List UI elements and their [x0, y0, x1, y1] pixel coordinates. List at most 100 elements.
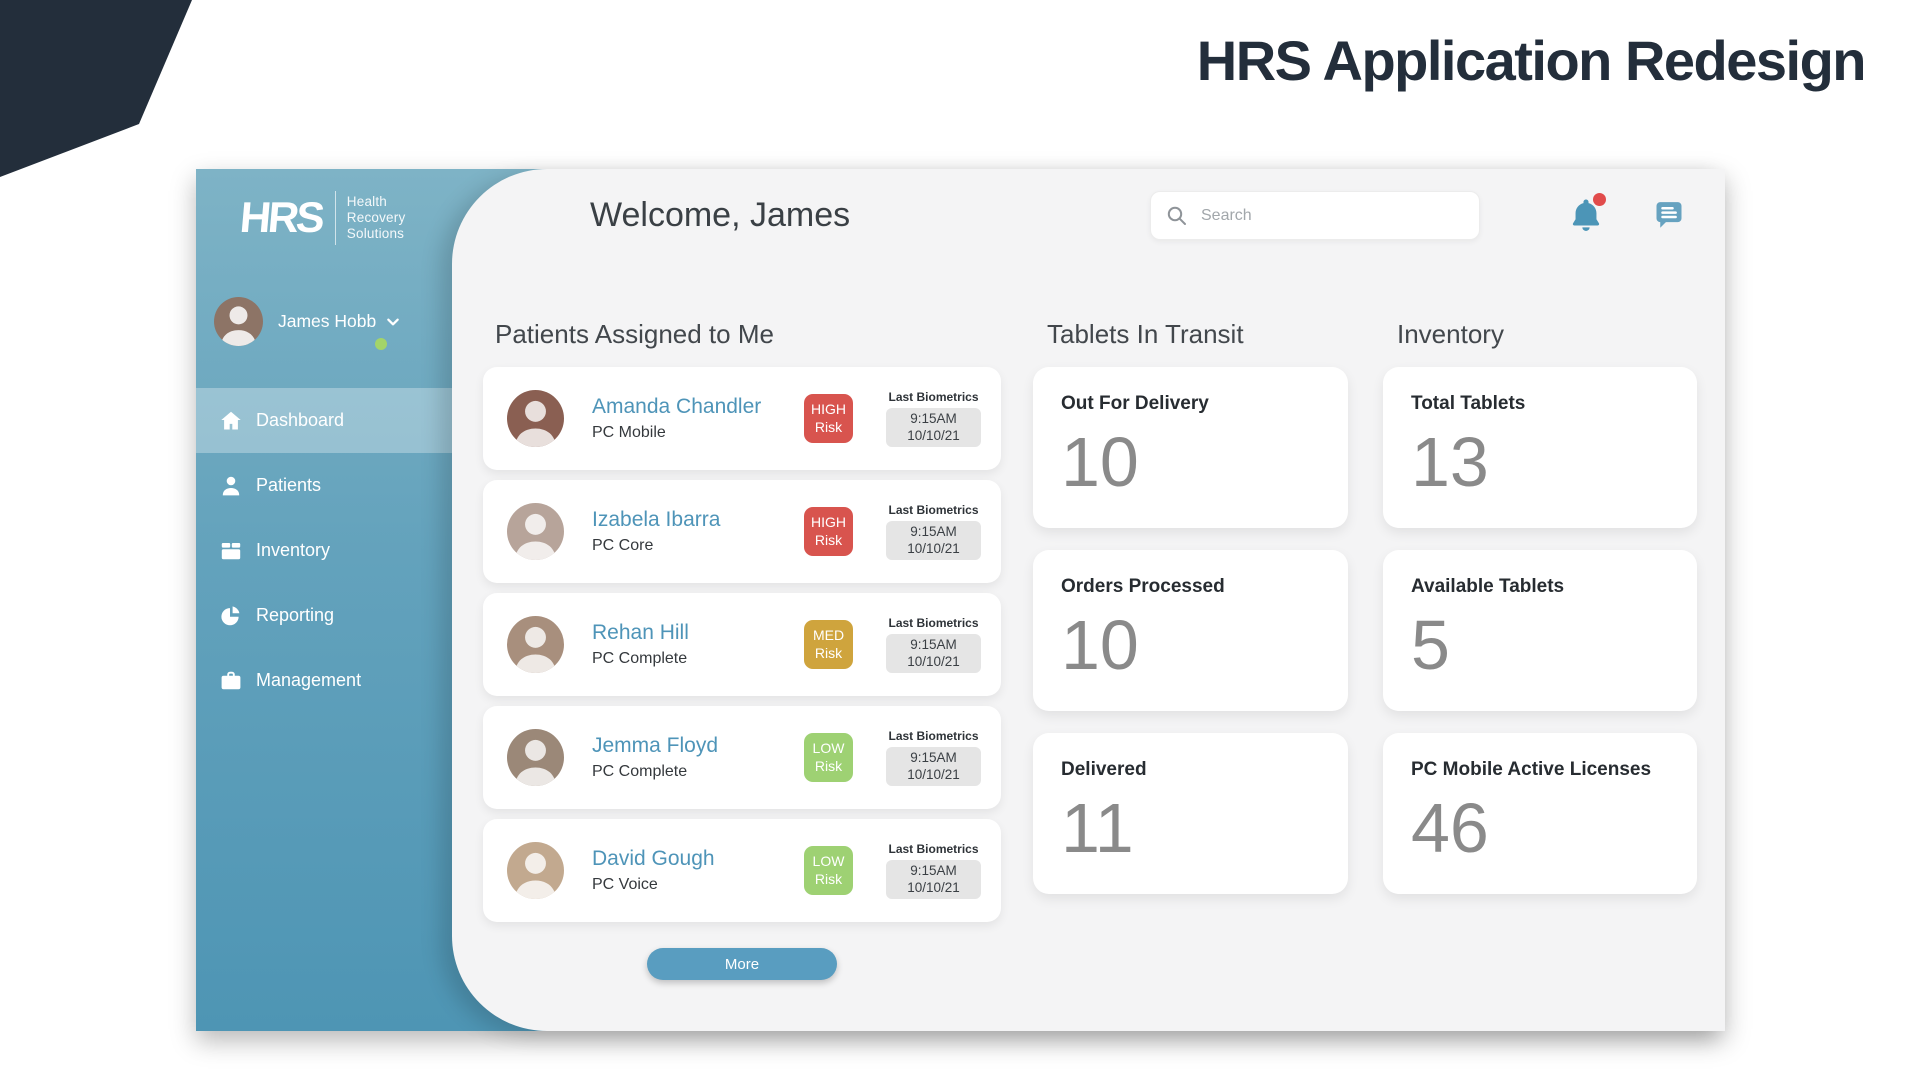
- risk-level: HIGH: [811, 401, 846, 419]
- stat-value: 46: [1411, 793, 1669, 863]
- biometrics-date: 10/10/21: [890, 428, 977, 445]
- sidebar-item-dashboard[interactable]: Dashboard: [196, 388, 452, 453]
- patient-card[interactable]: David Gough PC Voice LOW Risk Last Biome…: [483, 819, 1001, 922]
- logo-divider: [335, 191, 336, 245]
- patient-card[interactable]: Izabela Ibarra PC Core HIGH Risk Last Bi…: [483, 480, 1001, 583]
- search-input[interactable]: [1201, 207, 1465, 225]
- search-icon: [1165, 204, 1189, 228]
- patient-name-link[interactable]: Izabela Ibarra: [592, 508, 804, 532]
- biometrics-label: Last Biometrics: [886, 390, 981, 404]
- chevron-down-icon: [385, 314, 401, 330]
- transit-heading: Tablets In Transit: [1047, 319, 1348, 350]
- patient-program: PC Core: [592, 537, 804, 555]
- person-silhouette-icon: [214, 297, 263, 346]
- biometrics-date: 10/10/21: [890, 767, 977, 784]
- risk-badge: HIGH Risk: [804, 507, 853, 556]
- last-biometrics: Last Biometrics 9:15AM 10/10/21: [886, 842, 981, 900]
- person-silhouette-icon: [507, 616, 564, 673]
- messages-button[interactable]: [1654, 199, 1684, 229]
- notifications-button[interactable]: [1562, 191, 1610, 239]
- stat-value: 10: [1061, 610, 1320, 680]
- search-box[interactable]: [1150, 191, 1480, 240]
- more-button[interactable]: More: [647, 948, 837, 980]
- biometrics-value: 9:15AM 10/10/21: [886, 860, 981, 900]
- patient-name-link[interactable]: David Gough: [592, 847, 804, 871]
- person-silhouette-icon: [507, 390, 564, 447]
- patient-card[interactable]: Amanda Chandler PC Mobile HIGH Risk Last…: [483, 367, 1001, 470]
- patient-name-link[interactable]: Amanda Chandler: [592, 395, 804, 419]
- biometrics-time: 9:15AM: [890, 863, 977, 880]
- stat-label: Out For Delivery: [1061, 393, 1320, 415]
- logo-abbr: HRS: [238, 194, 324, 243]
- dashboard-window: HRS Health Recovery Solutions James Hobb: [196, 169, 1725, 1031]
- patient-name-link[interactable]: Rehan Hill: [592, 621, 804, 645]
- patient-avatar: [507, 503, 564, 560]
- inventory-card-list: Total Tablets 13 Available Tablets 5 PC …: [1383, 367, 1697, 894]
- sidebar-item-management[interactable]: Management: [196, 648, 452, 713]
- patients-section: Patients Assigned to Me Amanda Chandler …: [483, 319, 1001, 980]
- biometrics-date: 10/10/21: [890, 541, 977, 558]
- risk-word: Risk: [815, 758, 842, 776]
- stat-label: Total Tablets: [1411, 393, 1669, 415]
- sidebar: HRS Health Recovery Solutions James Hobb: [196, 169, 452, 1031]
- last-biometrics: Last Biometrics 9:15AM 10/10/21: [886, 729, 981, 787]
- stat-card: Total Tablets 13: [1383, 367, 1697, 528]
- risk-level: LOW: [813, 740, 845, 758]
- sidebar-item-inventory[interactable]: Inventory: [196, 518, 452, 583]
- biometrics-value: 9:15AM 10/10/21: [886, 747, 981, 787]
- stat-value: 13: [1411, 427, 1669, 497]
- biometrics-value: 9:15AM 10/10/21: [886, 408, 981, 448]
- avatar: [214, 297, 263, 346]
- page: HRS Application Redesign HRS Health Reco…: [0, 0, 1920, 1080]
- biometrics-time: 9:15AM: [890, 637, 977, 654]
- risk-word: Risk: [815, 532, 842, 550]
- sidebar-item-label: Patients: [256, 475, 321, 496]
- sidebar-item-reporting[interactable]: Reporting: [196, 583, 452, 648]
- box-icon: [219, 539, 243, 563]
- stat-card: Orders Processed 10: [1033, 550, 1348, 711]
- patient-card[interactable]: Jemma Floyd PC Complete LOW Risk Last Bi…: [483, 706, 1001, 809]
- sidebar-item-label: Management: [256, 670, 361, 691]
- patient-name-link[interactable]: Jemma Floyd: [592, 734, 804, 758]
- last-biometrics: Last Biometrics 9:15AM 10/10/21: [886, 390, 981, 448]
- patient-program: PC Complete: [592, 650, 804, 668]
- transit-card-list: Out For Delivery 10 Orders Processed 10 …: [1033, 367, 1348, 894]
- risk-level: LOW: [813, 853, 845, 871]
- logo-line: Solutions: [347, 226, 406, 242]
- risk-badge: MED Risk: [804, 620, 853, 669]
- stat-label: Available Tablets: [1411, 576, 1669, 598]
- patient-list: Amanda Chandler PC Mobile HIGH Risk Last…: [483, 367, 1001, 922]
- sidebar-item-label: Inventory: [256, 540, 330, 561]
- inventory-heading: Inventory: [1397, 319, 1697, 350]
- user-name: James Hobb: [278, 311, 376, 332]
- pie-icon: [219, 604, 243, 628]
- stat-label: PC Mobile Active Licenses: [1411, 759, 1669, 781]
- sidebar-item-patients[interactable]: Patients: [196, 453, 452, 518]
- patient-card[interactable]: Rehan Hill PC Complete MED Risk Last Bio…: [483, 593, 1001, 696]
- stat-card: Out For Delivery 10: [1033, 367, 1348, 528]
- briefcase-icon: [219, 669, 243, 693]
- risk-badge: LOW Risk: [804, 846, 853, 895]
- risk-word: Risk: [815, 645, 842, 663]
- biometrics-time: 9:15AM: [890, 750, 977, 767]
- user-menu[interactable]: James Hobb: [214, 297, 401, 346]
- chat-icon: [1654, 199, 1684, 229]
- patient-avatar: [507, 390, 564, 447]
- welcome-heading: Welcome, James: [590, 196, 850, 235]
- person-silhouette-icon: [507, 503, 564, 560]
- logo-line: Recovery: [347, 210, 406, 226]
- stat-value: 11: [1061, 793, 1320, 863]
- risk-badge: LOW Risk: [804, 733, 853, 782]
- inventory-section: Inventory Total Tablets 13 Available Tab…: [1383, 319, 1697, 894]
- main-content: Welcome, James: [452, 169, 1725, 1031]
- risk-word: Risk: [815, 419, 842, 437]
- stat-label: Delivered: [1061, 759, 1320, 781]
- patient-program: PC Voice: [592, 876, 804, 894]
- patient-program: PC Complete: [592, 763, 804, 781]
- person-icon: [219, 474, 243, 498]
- notification-badge: [1593, 193, 1606, 206]
- last-biometrics: Last Biometrics 9:15AM 10/10/21: [886, 503, 981, 561]
- home-icon: [219, 409, 243, 433]
- biometrics-label: Last Biometrics: [886, 503, 981, 517]
- sidebar-nav: Dashboard Patients Inventory Reporting M…: [196, 388, 452, 713]
